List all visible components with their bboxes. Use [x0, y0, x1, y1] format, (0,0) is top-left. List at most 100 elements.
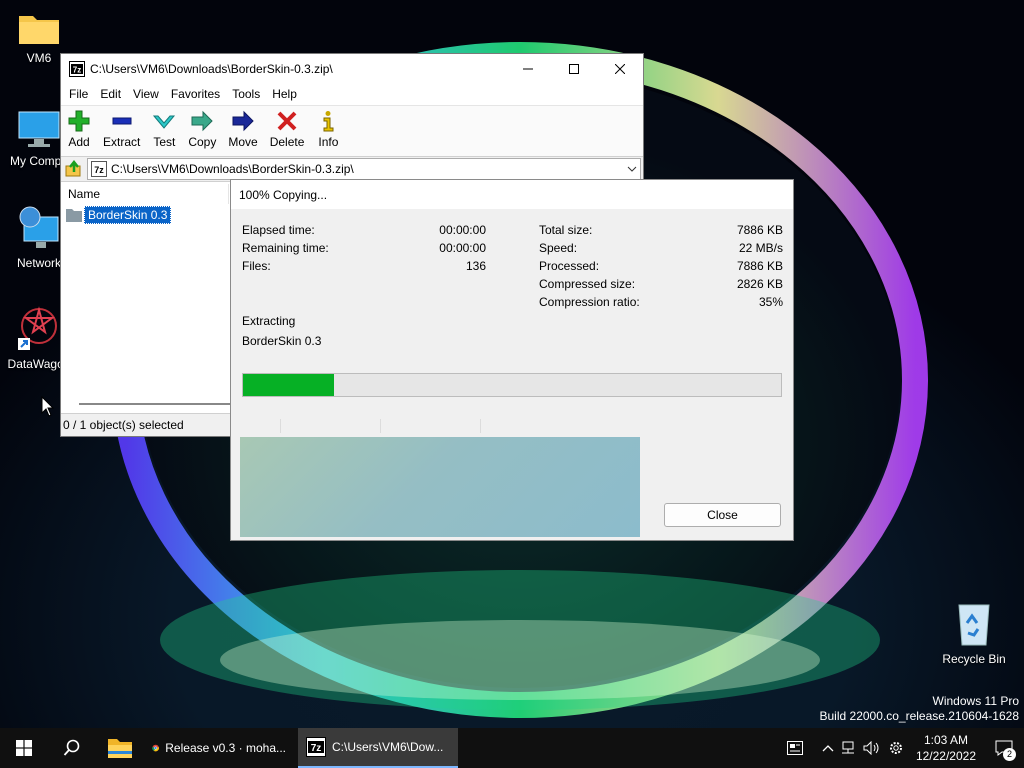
copy-progress-dialog[interactable]: 100% Copying... Elapsed time: 00:00:00 R…	[230, 179, 794, 541]
up-folder-button[interactable]	[61, 158, 87, 180]
network-status-icon	[841, 741, 854, 754]
stat-value-total-size: 7886 KB	[736, 223, 783, 237]
add-label: Add	[68, 135, 90, 149]
stat-value-files: 136	[465, 259, 486, 273]
stat-label-compressed-size: Compressed size:	[539, 277, 636, 291]
delete-label: Delete	[269, 135, 305, 149]
background-window-preview	[240, 437, 640, 537]
network-tray-button[interactable]	[836, 728, 860, 768]
window-titlebar[interactable]: 7z C:\Users\VM6\Downloads\BorderSkin-0.3…	[61, 54, 643, 83]
divider	[280, 419, 281, 433]
start-button[interactable]	[0, 728, 48, 768]
dialog-titlebar[interactable]: 100% Copying...	[231, 180, 793, 209]
windows-build-watermark: Build 22000.co_release.210604-1628	[819, 709, 1020, 723]
close-button-label: Close	[707, 508, 738, 522]
taskbar-app-7zip[interactable]: 7z C:\Users\VM6\Dow...	[298, 728, 458, 768]
move-arrow-icon	[232, 110, 254, 132]
checkmark-icon	[153, 115, 176, 129]
settings-tray-button[interactable]	[884, 728, 908, 768]
stat-value-compression-ratio: 35%	[758, 295, 783, 309]
taskbar: Release v0.3 · moha... 7z C:\Users\VM6\D…	[0, 728, 1024, 768]
stat-value-elapsed: 00:00:00	[439, 223, 486, 237]
show-hidden-icons-button[interactable]	[820, 728, 836, 768]
stat-value-remaining: 00:00:00	[439, 241, 486, 255]
divider	[480, 419, 481, 433]
test-button[interactable]: Test	[146, 106, 182, 149]
dialog-title: 100% Copying...	[239, 187, 328, 202]
stat-label-total-size: Total size:	[539, 223, 593, 237]
menu-file[interactable]: File	[63, 87, 94, 101]
menu-view[interactable]: View	[127, 87, 165, 101]
file-list-item[interactable]: BorderSkin 0.3	[66, 206, 172, 224]
datawagon-logo-icon	[18, 306, 57, 350]
extract-button[interactable]: Extract	[97, 106, 146, 149]
add-button[interactable]: Add	[61, 106, 97, 149]
stat-value-speed: 22 MB/s	[738, 241, 783, 255]
operation-label: Extracting	[242, 314, 296, 328]
chevron-down-icon[interactable]	[624, 161, 640, 177]
search-button[interactable]	[48, 728, 96, 768]
notifications-button[interactable]: 2	[984, 728, 1024, 768]
volume-tray-button[interactable]	[860, 728, 884, 768]
7zip-app-icon: 7z	[306, 737, 326, 757]
minus-icon	[112, 117, 132, 125]
stat-label-compression-ratio: Compression ratio:	[539, 295, 640, 309]
taskbar-7zip-badge-text: 7z	[311, 743, 322, 754]
menu-bar: File Edit View Favorites Tools Help	[61, 83, 643, 105]
divider	[380, 419, 381, 433]
test-label: Test	[153, 135, 176, 149]
delete-button[interactable]: Delete	[264, 106, 311, 149]
chevron-up-icon	[822, 745, 834, 752]
computer-icon	[18, 111, 60, 147]
file-explorer-button[interactable]	[96, 728, 144, 768]
minimize-button[interactable]	[505, 54, 551, 83]
close-button[interactable]: Close	[664, 503, 781, 527]
move-label: Move	[228, 135, 258, 149]
current-item-label: BorderSkin 0.3	[242, 334, 322, 348]
menu-tools[interactable]: Tools	[226, 87, 266, 101]
taskbar-app-chrome[interactable]: Release v0.3 · moha...	[144, 728, 294, 768]
widgets-button[interactable]	[780, 728, 810, 768]
search-icon	[63, 739, 80, 756]
clock[interactable]: 1:03 AM 12/22/2022	[908, 732, 984, 764]
maximize-button[interactable]	[551, 54, 597, 83]
progress-bar-fill	[243, 374, 335, 396]
recycle-bin-icon	[958, 604, 990, 646]
network-icon	[19, 206, 59, 248]
toolbar: Add Extract Test Copy Move Delete Info	[61, 105, 643, 157]
info-button[interactable]: Info	[310, 106, 346, 149]
windows-edition-watermark: Windows 11 Pro	[932, 694, 1019, 708]
menu-edit[interactable]: Edit	[94, 87, 127, 101]
desktop-icon-recycle-bin[interactable]: Recycle Bin	[936, 601, 1012, 666]
address-bar[interactable]: 7z C:\Users\VM6\Downloads\BorderSkin-0.3…	[87, 158, 641, 180]
menu-favorites[interactable]: Favorites	[165, 87, 226, 101]
move-button[interactable]: Move	[222, 106, 263, 149]
close-window-button[interactable]	[597, 54, 643, 83]
menu-help[interactable]: Help	[266, 87, 303, 101]
folder-icon	[19, 16, 59, 44]
stat-value-compressed-size: 2826 KB	[736, 277, 783, 291]
clock-date: 12/22/2022	[915, 749, 976, 763]
clock-time: 1:03 AM	[923, 733, 968, 747]
taskbar-app-label: C:\Users\VM6\Dow...	[332, 740, 444, 754]
windows-logo-icon	[16, 740, 32, 756]
stat-label-elapsed: Elapsed time:	[242, 223, 315, 237]
7zip-badge-text: 7z	[73, 65, 81, 74]
folder-icon	[66, 209, 82, 222]
column-header-label: Name	[68, 187, 101, 201]
window-title: C:\Users\VM6\Downloads\BorderSkin-0.3.zi…	[90, 61, 333, 76]
folder-icon	[108, 739, 132, 758]
progress-bar	[242, 373, 782, 397]
stat-label-files: Files:	[242, 259, 271, 273]
status-text: 0 / 1 object(s) selected	[63, 418, 184, 432]
minimize-icon	[523, 68, 533, 69]
info-label: Info	[318, 135, 339, 149]
horizontal-scrollbar[interactable]	[61, 398, 231, 408]
stat-label-processed: Processed:	[539, 259, 600, 273]
stat-value-processed: 7886 KB	[736, 259, 783, 273]
stat-label-speed: Speed:	[539, 241, 578, 255]
archive-badge-text: 7z	[94, 165, 104, 175]
copy-button[interactable]: Copy	[182, 106, 222, 149]
gear-icon	[889, 742, 902, 754]
column-header-name[interactable]: Name	[61, 184, 229, 204]
